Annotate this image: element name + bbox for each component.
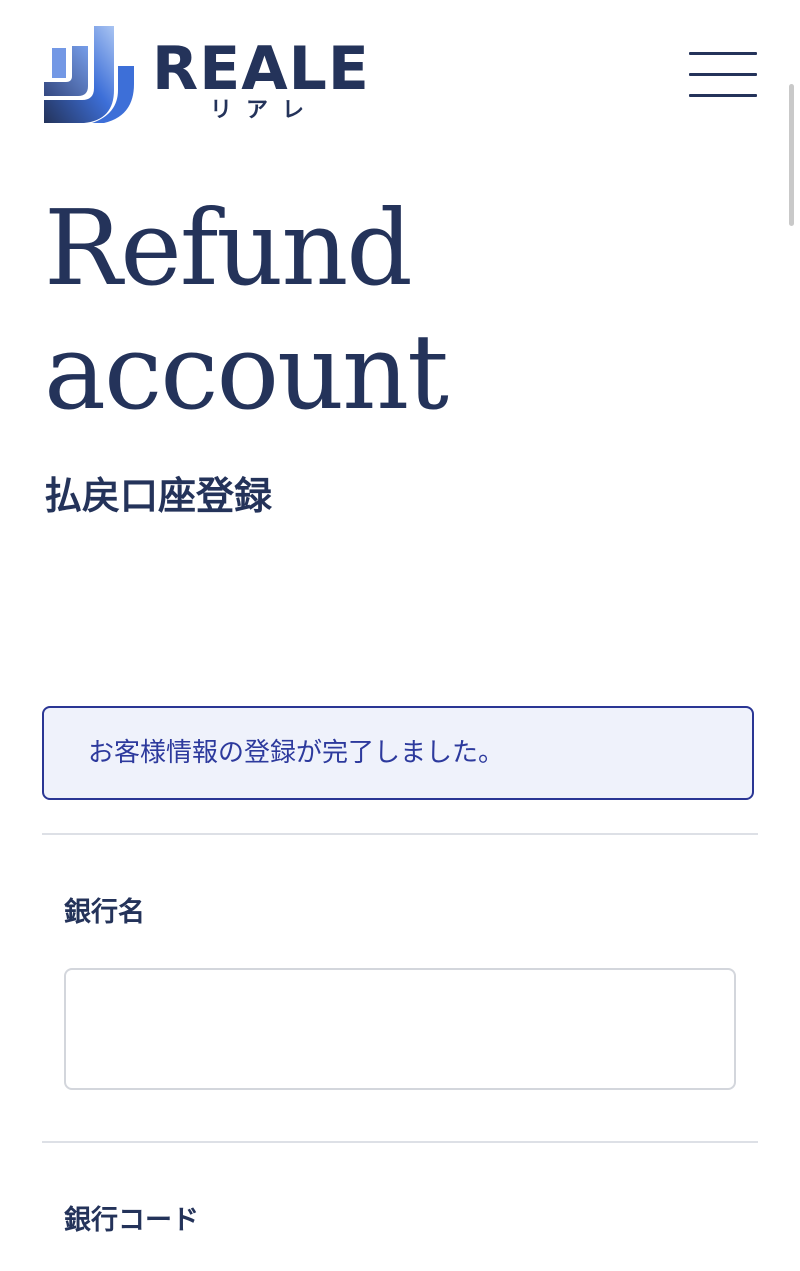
menu-icon-bar-middle [689,73,757,76]
hamburger-menu-button[interactable] [684,48,762,102]
page-title-line-1: Refund [44,187,413,309]
section-divider [42,833,758,835]
reale-wordmark: REALE [152,34,370,104]
page-scrollbar[interactable] [789,84,794,226]
site-header: REALE リアレ [0,0,800,140]
reale-logo[interactable]: REALE リアレ [44,24,389,128]
page-title-line-2: account [44,311,449,433]
bank-name-input[interactable] [64,968,736,1090]
reale-kana: リアレ [210,98,319,123]
section-divider [42,1141,758,1143]
page-title: Refund account [44,186,744,434]
bank-name-label: 銀行名 [64,897,145,928]
reale-logo-mark [44,26,134,123]
menu-icon-bar-bottom [689,94,757,97]
menu-icon-bar-top [689,52,757,55]
bank-code-label: 銀行コード [64,1205,199,1236]
page-subtitle: 払戻口座登録 [44,474,273,518]
success-notice: お客様情報の登録が完了しました。 [42,706,754,800]
success-notice-text: お客様情報の登録が完了しました。 [88,738,505,768]
